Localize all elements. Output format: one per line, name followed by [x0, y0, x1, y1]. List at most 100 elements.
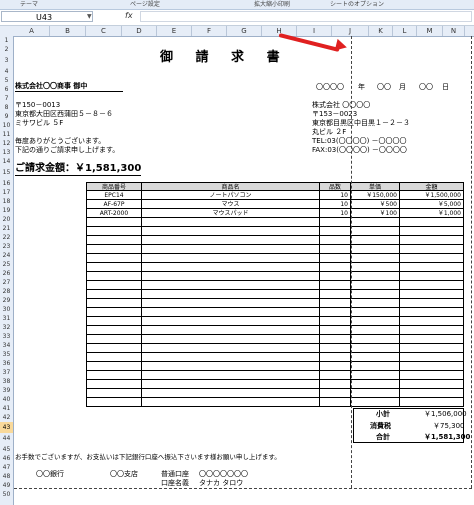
- page-break-line-bottom[interactable]: [14, 488, 472, 489]
- empty-cell[interactable]: [142, 245, 320, 254]
- column-header[interactable]: F: [192, 26, 227, 36]
- row-header[interactable]: 3: [0, 54, 13, 67]
- row-header[interactable]: 8: [0, 103, 13, 112]
- empty-cell[interactable]: [351, 380, 400, 389]
- table-row[interactable]: [86, 245, 464, 254]
- empty-cell[interactable]: [142, 263, 320, 272]
- empty-cell[interactable]: [320, 290, 351, 299]
- empty-cell[interactable]: [400, 272, 464, 281]
- empty-cell[interactable]: [320, 218, 351, 227]
- table-row[interactable]: [86, 299, 464, 308]
- empty-cell[interactable]: [142, 227, 320, 236]
- column-header[interactable]: B: [50, 26, 86, 36]
- empty-cell[interactable]: [400, 308, 464, 317]
- column-header[interactable]: I: [297, 26, 332, 36]
- row-header[interactable]: 10: [0, 121, 13, 130]
- empty-cell[interactable]: [351, 290, 400, 299]
- empty-cell[interactable]: [351, 371, 400, 380]
- table-row[interactable]: [86, 290, 464, 299]
- empty-cell[interactable]: [86, 353, 142, 362]
- empty-cell[interactable]: [320, 371, 351, 380]
- row-header[interactable]: 45: [0, 444, 13, 455]
- column-header[interactable]: M: [417, 26, 443, 36]
- empty-cell[interactable]: [320, 227, 351, 236]
- empty-cell[interactable]: [320, 398, 351, 407]
- chevron-down-icon[interactable]: ▼: [87, 13, 92, 20]
- empty-cell[interactable]: [320, 254, 351, 263]
- empty-cell[interactable]: [142, 380, 320, 389]
- row-header[interactable]: 48: [0, 472, 13, 481]
- row-header[interactable]: 16: [0, 179, 13, 188]
- row-header[interactable]: 36: [0, 359, 13, 368]
- empty-cell[interactable]: [320, 308, 351, 317]
- empty-cell[interactable]: [320, 263, 351, 272]
- row-header[interactable]: 23: [0, 242, 13, 251]
- page-break-line[interactable]: [351, 36, 352, 488]
- empty-cell[interactable]: [351, 353, 400, 362]
- empty-cell[interactable]: [142, 398, 320, 407]
- empty-cell[interactable]: [351, 389, 400, 398]
- empty-cell[interactable]: [400, 317, 464, 326]
- empty-cell[interactable]: [86, 380, 142, 389]
- row-header[interactable]: 33: [0, 332, 13, 341]
- column-header[interactable]: G: [227, 26, 262, 36]
- ribbon-group-scale[interactable]: 拡大縮小印刷: [254, 0, 290, 9]
- table-row[interactable]: [86, 362, 464, 371]
- column-header[interactable]: C: [86, 26, 122, 36]
- row-header[interactable]: 5: [0, 76, 13, 85]
- row-header[interactable]: 9: [0, 112, 13, 121]
- empty-cell[interactable]: [320, 380, 351, 389]
- empty-cell[interactable]: [351, 344, 400, 353]
- row-header[interactable]: 46: [0, 455, 13, 463]
- table-row[interactable]: [86, 371, 464, 380]
- column-header[interactable]: E: [157, 26, 192, 36]
- row-header[interactable]: 50: [0, 490, 13, 499]
- empty-cell[interactable]: [142, 290, 320, 299]
- item-amount[interactable]: ￥5,000: [400, 200, 464, 209]
- table-row[interactable]: [86, 344, 464, 353]
- table-row[interactable]: [86, 227, 464, 236]
- table-row[interactable]: [86, 398, 464, 407]
- table-row[interactable]: EPC14 ノートパソコン 10 ￥150,000 ￥1,500,000: [86, 191, 464, 200]
- table-header-row[interactable]: 商品番号 商品名 品数 単価 金額: [86, 182, 464, 192]
- item-qty[interactable]: 10: [320, 191, 351, 200]
- table-row[interactable]: [86, 317, 464, 326]
- empty-cell[interactable]: [400, 263, 464, 272]
- row-header[interactable]: 4: [0, 67, 13, 76]
- table-row[interactable]: AF-67P マウス 10 ￥500 ￥5,000: [86, 200, 464, 209]
- empty-cell[interactable]: [400, 227, 464, 236]
- empty-cell[interactable]: [142, 272, 320, 281]
- empty-cell[interactable]: [142, 281, 320, 290]
- table-row[interactable]: [86, 326, 464, 335]
- table-row[interactable]: [86, 218, 464, 227]
- column-header[interactable]: J: [332, 26, 369, 36]
- empty-cell[interactable]: [142, 236, 320, 245]
- empty-cell[interactable]: [86, 398, 142, 407]
- row-header[interactable]: 27: [0, 278, 13, 287]
- row-header[interactable]: 44: [0, 433, 13, 444]
- empty-cell[interactable]: [86, 326, 142, 335]
- empty-cell[interactable]: [351, 326, 400, 335]
- ribbon-group-sheet-options[interactable]: シートのオプション: [330, 0, 384, 9]
- row-header[interactable]: 47: [0, 463, 13, 472]
- empty-cell[interactable]: [400, 353, 464, 362]
- row-header[interactable]: 42: [0, 413, 13, 422]
- empty-cell[interactable]: [142, 362, 320, 371]
- empty-cell[interactable]: [320, 362, 351, 371]
- table-row[interactable]: [86, 308, 464, 317]
- row-header[interactable]: 25: [0, 260, 13, 269]
- item-name[interactable]: マウスパッド: [142, 209, 320, 218]
- row-header[interactable]: 12: [0, 139, 13, 148]
- empty-cell[interactable]: [86, 335, 142, 344]
- table-row[interactable]: [86, 281, 464, 290]
- empty-cell[interactable]: [320, 335, 351, 344]
- empty-cell[interactable]: [400, 389, 464, 398]
- empty-cell[interactable]: [320, 317, 351, 326]
- row-header[interactable]: 28: [0, 287, 13, 296]
- ribbon-group-theme[interactable]: テーマ: [20, 0, 38, 9]
- table-row[interactable]: [86, 263, 464, 272]
- table-row[interactable]: [86, 389, 464, 398]
- table-row[interactable]: ART-2000 マウスパッド 10 ￥100 ￥1,000: [86, 209, 464, 218]
- item-amount[interactable]: ￥1,500,000: [400, 191, 464, 200]
- empty-cell[interactable]: [86, 371, 142, 380]
